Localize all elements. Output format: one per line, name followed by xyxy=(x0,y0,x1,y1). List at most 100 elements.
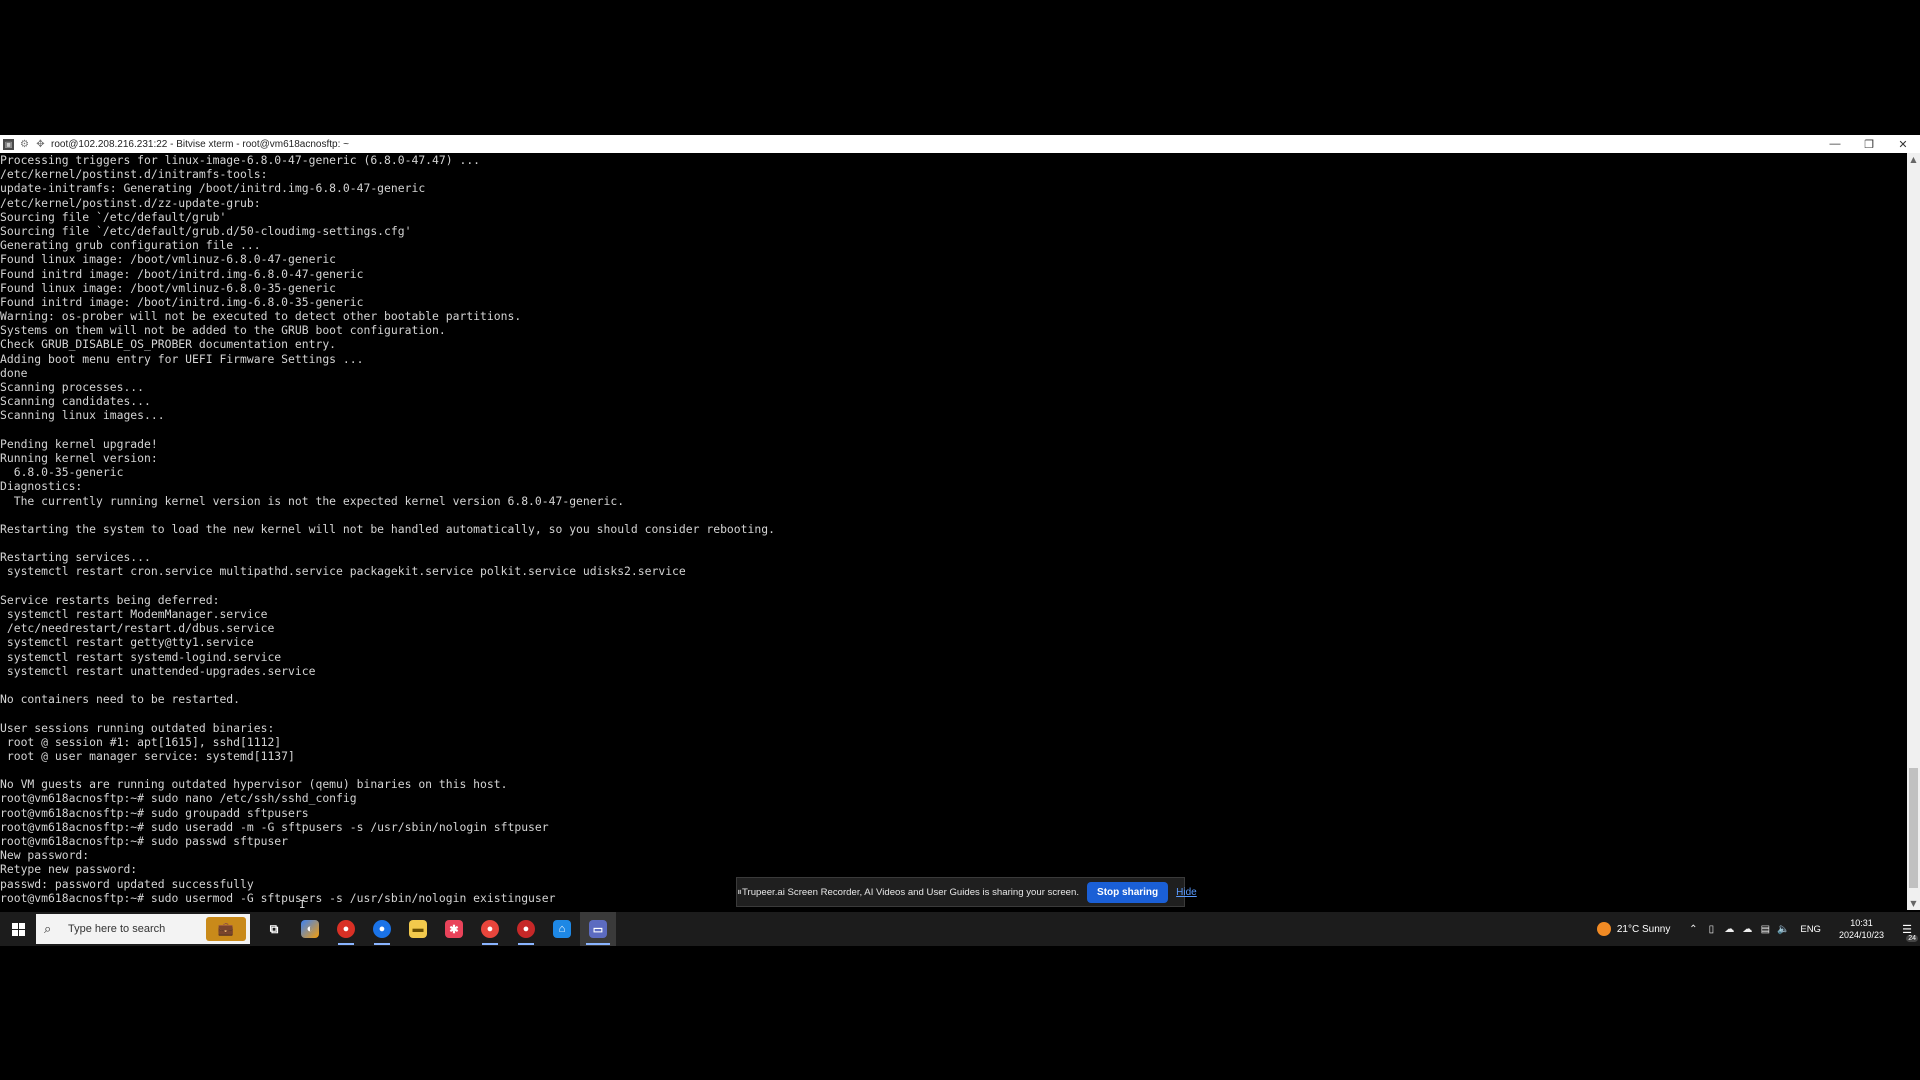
scroll-up-icon[interactable]: ▲ xyxy=(1907,153,1920,166)
settings-icon[interactable]: ⚙ xyxy=(19,139,30,150)
folder-icon: ▬ xyxy=(409,920,427,938)
bitvise-app-icon[interactable]: ▣ xyxy=(3,138,14,150)
taskbar-app-bitvise-client[interactable]: ⌂ xyxy=(544,912,580,946)
terminal-line: update-initramfs: Generating /boot/initr… xyxy=(0,181,426,196)
terminal-line: Processing triggers for linux-image-6.8.… xyxy=(0,153,481,167)
taskbar-search-box[interactable]: ⌕ Type here to search 💼 xyxy=(36,914,250,944)
terminal-line: New password: xyxy=(0,848,90,863)
terminal-line: Adding boot menu entry for UEFI Firmware… xyxy=(0,351,364,366)
terminal-line: Found linux image: /boot/vmlinuz-6.8.0-4… xyxy=(0,252,337,267)
task-view-icon: ⧉ xyxy=(269,921,279,936)
terminal-line: /etc/kernel/postinst.d/zz-update-grub: xyxy=(0,195,261,210)
taskbar-app-chrome[interactable]: ● xyxy=(328,912,364,946)
task-view-button[interactable]: ⧉ xyxy=(256,912,292,946)
terminal-line: Generating grub configuration file ... xyxy=(0,238,261,253)
language-indicator[interactable]: ENG xyxy=(1800,924,1821,935)
terminal-line: Found linux image: /boot/vmlinuz-6.8.0-3… xyxy=(0,280,337,295)
terminal-line: root @ session #1: apt[1615], sshd[1112] xyxy=(0,734,282,749)
taskbar-app-chrome-3[interactable]: ● xyxy=(508,912,544,946)
notifications-button[interactable]: ☰ 24 xyxy=(1894,923,1920,942)
terminal-line: Systems on them will not be added to the… xyxy=(0,323,446,338)
terminal-line: User sessions running outdated binaries: xyxy=(0,720,275,735)
terminal-line: No containers need to be restarted. xyxy=(0,692,241,707)
mouse-cursor-icon: I xyxy=(299,898,306,911)
start-button[interactable] xyxy=(0,912,36,946)
terminal-line: 6.8.0-35-generic xyxy=(0,465,124,480)
terminal-line: passwd: password updated successfully xyxy=(0,876,254,891)
terminal-line: systemctl restart systemd-logind.service xyxy=(0,649,282,664)
weather-text: 21°C Sunny xyxy=(1616,923,1671,935)
sun-icon xyxy=(1596,922,1611,936)
taskbar-app-photos[interactable]: ✱ xyxy=(436,912,472,946)
volume-icon[interactable]: 🔈 xyxy=(1774,924,1792,935)
terminal-line: Running kernel version: xyxy=(0,450,158,465)
hide-link[interactable]: Hide xyxy=(1176,887,1197,898)
terminal-icon: ▭ xyxy=(589,920,607,938)
chrome-icon: ● xyxy=(337,920,355,938)
terminal-line: Service restarts being deferred: xyxy=(0,592,220,607)
terminal-line: Scanning linux images... xyxy=(0,408,165,423)
app-icon: ✱ xyxy=(445,920,463,938)
taskbar-app-bitvise-xterm[interactable]: ▭ xyxy=(580,912,616,946)
clock-time: 10:31 xyxy=(1850,918,1873,928)
chrome-icon: ● xyxy=(481,920,499,938)
onedrive-icon[interactable]: ☁ xyxy=(1738,924,1756,935)
minimize-button[interactable]: — xyxy=(1818,135,1852,153)
terminal-line: The currently running kernel version is … xyxy=(0,493,625,508)
windows-logo-icon xyxy=(11,922,25,936)
scroll-down-icon[interactable]: ▼ xyxy=(1907,897,1920,910)
chrome-icon: ● xyxy=(517,920,535,938)
device-icon[interactable]: ▯ xyxy=(1702,924,1720,935)
terminal-line: systemctl restart unattended-upgrades.se… xyxy=(0,663,316,678)
chrome-profile-icon: ● xyxy=(373,920,391,938)
terminal-line: root@vm618acnosftp:~# sudo useradd -m -G… xyxy=(0,819,549,834)
move-icon[interactable]: ✥ xyxy=(35,139,46,150)
terminal-line: Sourcing file `/etc/default/grub.d/50-cl… xyxy=(0,223,412,238)
taskbar-app-file-explorer[interactable]: ▬ xyxy=(400,912,436,946)
terminal-line: Retype new password: xyxy=(0,862,138,877)
terminal-output[interactable]: Processing triggers for linux-image-6.8.… xyxy=(0,153,1907,910)
stop-sharing-button[interactable]: Stop sharing xyxy=(1087,881,1169,903)
terminal-line: Restarting services... xyxy=(0,550,151,565)
copilot-icon: ◐ xyxy=(301,920,319,938)
notification-icon: ☰ xyxy=(1902,923,1912,936)
taskbar-app-copilot[interactable]: ◐ xyxy=(292,912,328,946)
terminal-line: /etc/needrestart/restart.d/dbus.service xyxy=(0,621,275,636)
bitvise-icon: ⌂ xyxy=(553,920,571,938)
window-title: root@102.208.216.231:22 - Bitvise xterm … xyxy=(51,138,349,150)
terminal-line: systemctl restart getty@tty1.service xyxy=(0,635,254,650)
terminal-line: Found initrd image: /boot/initrd.img-6.8… xyxy=(0,294,364,309)
terminal-line: Warning: os-prober will not be executed … xyxy=(0,309,522,324)
cloud-icon[interactable]: ☁ xyxy=(1720,924,1738,935)
system-tray: 21°C Sunny ⌃ ▯ ☁ ☁ ▤ 🔈 ENG 10:31 2024/10… xyxy=(1596,912,1920,946)
restore-button[interactable]: ❐ xyxy=(1852,135,1886,153)
taskbar-app-chrome-profile[interactable]: ● xyxy=(364,912,400,946)
terminal-line: root@vm618acnosftp:~# sudo passwd sftpus… xyxy=(0,834,289,848)
screen-share-bar: ⏸ Trupeer.ai Screen Recorder, AI Videos … xyxy=(736,877,1197,907)
scrollbar-thumb[interactable] xyxy=(1909,768,1918,888)
terminal-line: Found initrd image: /boot/initrd.img-6.8… xyxy=(0,266,364,281)
chevron-up-icon[interactable]: ⌃ xyxy=(1684,924,1702,935)
clock-date: 2024/10/23 xyxy=(1838,930,1884,940)
terminal-line: Sourcing file `/etc/default/grub' xyxy=(0,209,227,224)
notification-count: 24 xyxy=(1906,934,1918,942)
weather-widget[interactable]: 21°C Sunny xyxy=(1596,922,1671,936)
network-icon[interactable]: ▤ xyxy=(1756,924,1774,935)
terminal-line: systemctl restart cron.service multipath… xyxy=(0,564,686,579)
search-highlight-icon[interactable]: 💼 xyxy=(206,917,246,941)
terminal-line: No VM guests are running outdated hyperv… xyxy=(0,777,508,792)
terminal-line: /etc/kernel/postinst.d/initramfs-tools: xyxy=(0,167,268,182)
terminal-line: Check GRUB_DISABLE_OS_PROBER documentati… xyxy=(0,337,337,352)
clock[interactable]: 10:31 2024/10/23 xyxy=(1839,917,1884,941)
terminal-line: Diagnostics: xyxy=(0,479,83,494)
close-button[interactable]: ✕ xyxy=(1886,135,1920,153)
terminal-scrollbar[interactable]: ▲ ▼ xyxy=(1907,153,1920,910)
taskbar-app-chrome-2[interactable]: ● xyxy=(472,912,508,946)
